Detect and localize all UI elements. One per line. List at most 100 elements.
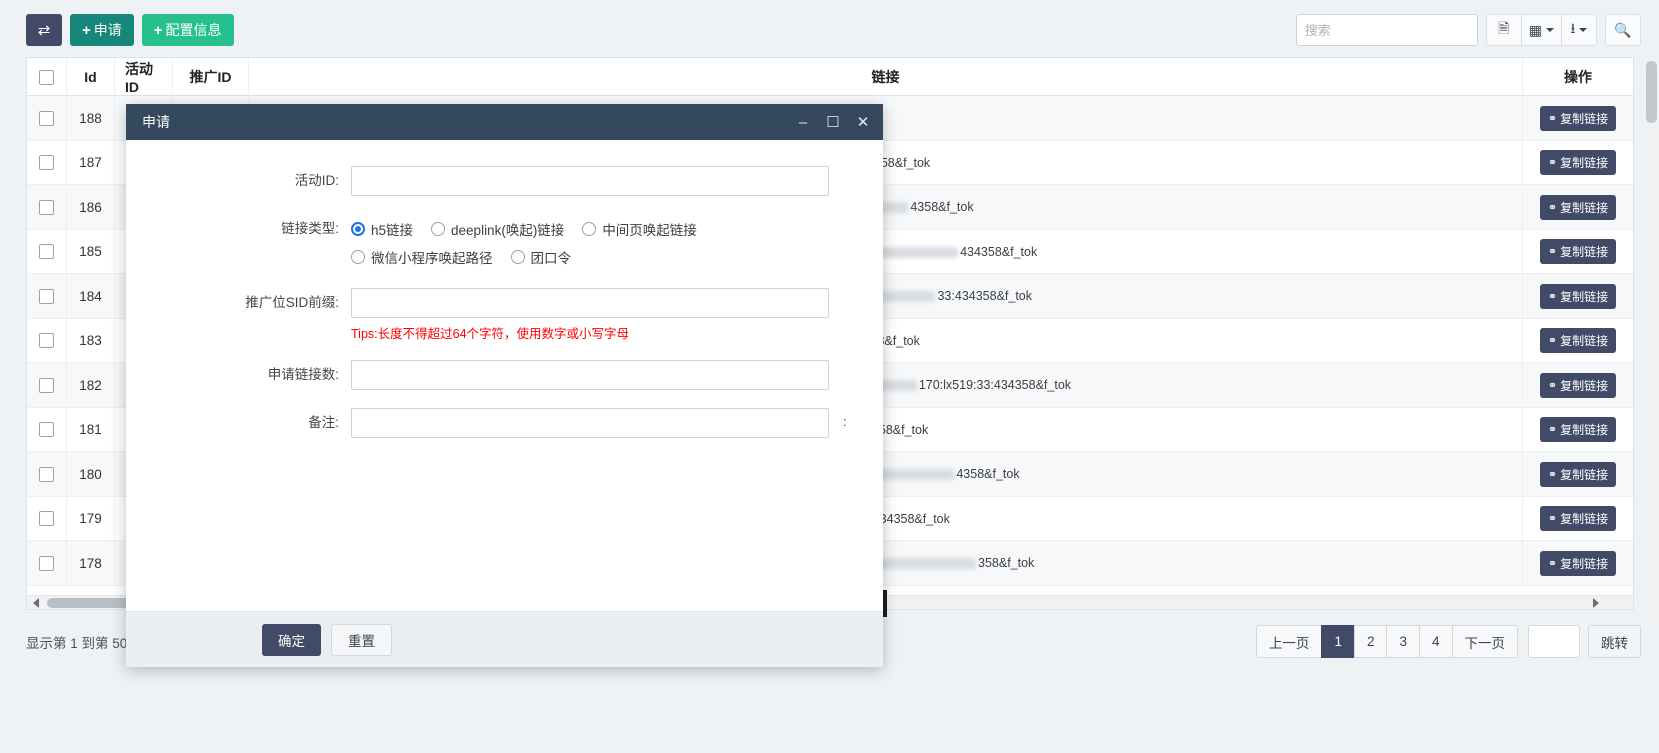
copy-link-button[interactable]: ⚭ 复制链接 [1539, 550, 1617, 576]
list-view-button[interactable]: 🗎 [1485, 14, 1522, 46]
reset-button[interactable]: 重置 [331, 623, 392, 656]
export-button[interactable]: ⭳ [1561, 14, 1597, 46]
select-all-checkbox[interactable] [39, 69, 54, 85]
sid-prefix-field-wrap: Tips:长度不得超过64个字符，使用数字或小写字母 [351, 288, 883, 342]
pagination: 上一页 1 2 3 4 下一页 跳转 [1255, 625, 1641, 658]
column-toggle-button[interactable]: ▦ [1520, 14, 1562, 46]
copy-link-button[interactable]: ⚭ 复制链接 [1539, 283, 1617, 309]
row-select-cell [27, 318, 67, 363]
row-select-cell [27, 140, 67, 185]
radio-option-midpage[interactable]: 中间页唤起链接 [582, 219, 697, 239]
pagination-jump-input[interactable] [1528, 625, 1580, 658]
pagination-page-3[interactable]: 3 [1386, 625, 1420, 658]
row-checkbox[interactable] [39, 377, 54, 393]
copy-link-button[interactable]: ⚭ 复制链接 [1539, 328, 1617, 354]
row-checkbox[interactable] [39, 288, 54, 304]
column-header-slot-id[interactable]: 推广ID [173, 58, 249, 96]
copy-link-label: 复制链接 [1560, 245, 1609, 260]
row-checkbox[interactable] [39, 466, 54, 482]
pagination-page-4[interactable]: 4 [1418, 625, 1453, 658]
radio-option-wechat-miniprogram[interactable]: 微信小程序唤起路径 [351, 247, 493, 267]
radio-option-deeplink[interactable]: deeplink(唤起)链接 [431, 219, 564, 239]
copy-link-button[interactable]: ⚭ 复制链接 [1539, 506, 1617, 532]
cell-id: 188 [67, 96, 115, 141]
radio-h5-indicator[interactable] [351, 222, 365, 236]
row-checkbox[interactable] [39, 199, 54, 215]
row-select-cell [27, 496, 67, 541]
scroll-right-arrow-icon[interactable] [1593, 598, 1599, 608]
cell-id: 181 [67, 407, 115, 452]
radio-midpage-indicator[interactable] [582, 222, 597, 236]
column-header-activity-id[interactable]: 活动ID [115, 58, 173, 96]
radio-group-code-label: 团口令 [530, 251, 572, 266]
radio-wechat-indicator[interactable] [351, 250, 365, 264]
chevron-down-icon [1546, 28, 1554, 32]
search-input[interactable] [1295, 14, 1478, 46]
copy-link-label: 复制链接 [1560, 156, 1609, 171]
maximize-icon[interactable]: ☐ [825, 114, 841, 130]
cell-id: 186 [67, 185, 115, 230]
pagination-page-1[interactable]: 1 [1321, 625, 1355, 658]
sid-prefix-input[interactable] [351, 288, 829, 318]
row-select-cell [27, 96, 67, 141]
copy-link-button[interactable]: ⚭ 复制链接 [1539, 417, 1617, 443]
column-header-id[interactable]: Id [67, 58, 115, 96]
copy-link-button[interactable]: ⚭ 复制链接 [1539, 105, 1617, 131]
row-checkbox[interactable] [39, 155, 54, 171]
modal-footer: 确定 重置 [126, 611, 883, 667]
plus-icon: + [82, 21, 91, 39]
link-type-field-wrap: h5链接 deeplink(唤起)链接 中间页唤起链接 微信小程序唤起路径 团口… [351, 214, 883, 270]
row-select-cell [27, 452, 67, 497]
link-type-label: 链接类型: [281, 221, 339, 236]
close-icon[interactable]: ✕ [855, 114, 871, 130]
link-count-input[interactable] [351, 360, 829, 390]
copy-link-label: 复制链接 [1560, 423, 1609, 438]
link-type-options-row-1: h5链接 deeplink(唤起)链接 中间页唤起链接 [351, 214, 883, 244]
row-checkbox[interactable] [39, 555, 54, 571]
copy-link-button[interactable]: ⚭ 复制链接 [1539, 461, 1617, 487]
row-checkbox[interactable] [39, 511, 54, 527]
minimize-icon[interactable]: – [795, 114, 811, 130]
pagination-prev[interactable]: 上一页 [1255, 625, 1323, 658]
cell-id: 182 [67, 363, 115, 408]
chevron-down-icon [1579, 28, 1588, 32]
cell-operation: ⚭ 复制链接 [1523, 408, 1633, 453]
link-icon: ⚭ [1547, 290, 1558, 303]
refresh-button[interactable]: ⇄ [26, 14, 62, 46]
column-header-link[interactable]: 链接 [249, 58, 1523, 96]
toolbar: ⇄ +申请 +配置信息 🗎 ▦ ⭳ [0, 0, 1659, 60]
row-checkbox[interactable] [39, 244, 54, 260]
copy-link-button[interactable]: ⚭ 复制链接 [1539, 194, 1617, 220]
copy-link-button[interactable]: ⚭ 复制链接 [1539, 150, 1617, 176]
radio-option-h5[interactable]: h5链接 [351, 219, 413, 239]
radio-group-code-indicator[interactable] [510, 250, 525, 264]
page-vertical-scrollbar[interactable] [1644, 57, 1659, 622]
config-button[interactable]: + 配置信息 [141, 14, 234, 46]
radio-option-group-code[interactable]: 团口令 [510, 247, 572, 267]
row-checkbox[interactable] [39, 333, 54, 349]
row-checkbox[interactable] [39, 110, 54, 126]
link-icon: ⚭ [1547, 157, 1558, 170]
vertical-scroll-thumb[interactable] [1646, 61, 1657, 123]
search-button[interactable]: 🔍 [1605, 14, 1641, 46]
radio-deeplink-indicator[interactable] [431, 222, 446, 236]
apply-button-label: 申请 [93, 22, 122, 38]
copy-link-button[interactable]: ⚭ 复制链接 [1539, 372, 1617, 398]
apply-button[interactable]: + 申请 [70, 14, 134, 46]
scroll-left-arrow-icon[interactable] [33, 598, 39, 608]
link-icon: ⚭ [1547, 246, 1558, 259]
column-header-operation[interactable]: 操作 [1523, 58, 1633, 96]
pagination-jump-button[interactable]: 跳转 [1588, 625, 1641, 658]
link-icon: ⚭ [1547, 335, 1558, 348]
cell-operation: ⚭ 复制链接 [1523, 452, 1633, 497]
cell-operation: ⚭ 复制链接 [1523, 185, 1633, 230]
confirm-button[interactable]: 确定 [262, 623, 321, 656]
copy-link-button[interactable]: ⚭ 复制链接 [1539, 239, 1617, 265]
pagination-page-2[interactable]: 2 [1353, 625, 1388, 658]
pagination-next[interactable]: 下一页 [1451, 625, 1518, 658]
row-checkbox[interactable] [39, 422, 54, 438]
remark-input[interactable] [351, 408, 829, 438]
copy-link-label: 复制链接 [1560, 378, 1609, 393]
copy-link-label: 复制链接 [1560, 512, 1609, 527]
activity-id-input[interactable] [351, 166, 829, 196]
